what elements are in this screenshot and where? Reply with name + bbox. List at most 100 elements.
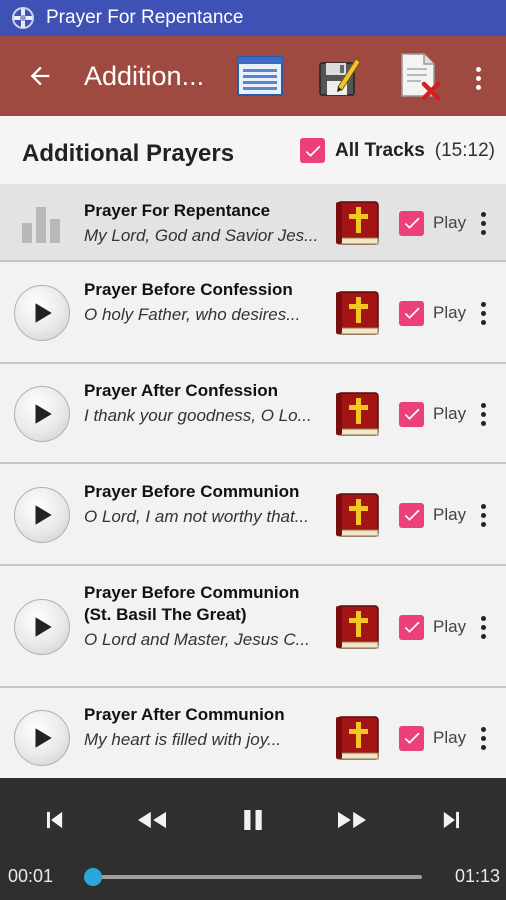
action-bar: Addition... xyxy=(0,36,506,116)
track-row[interactable]: Prayer Before Communion O Lord, I am not … xyxy=(0,464,506,566)
track-text: Prayer Before Confession O holy Father, w… xyxy=(84,279,324,326)
track-text: Prayer After Confession I thank your good… xyxy=(84,380,324,427)
track-text: Prayer Before Communion O Lord, I am not … xyxy=(84,481,324,528)
track-checkbox[interactable] xyxy=(399,614,424,640)
check-icon xyxy=(404,732,419,744)
track-play-toggle[interactable]: Play xyxy=(399,210,467,236)
track-title: Prayer Before Confession xyxy=(84,280,293,299)
check-icon xyxy=(305,145,320,157)
screen-title: Addition... xyxy=(84,60,205,91)
all-tracks-duration: (15:12) xyxy=(434,139,495,161)
play-track-button[interactable] xyxy=(14,710,70,766)
check-icon xyxy=(404,509,419,521)
track-row[interactable]: Prayer Before Communion (St. Basil The G… xyxy=(0,566,506,688)
track-play-label: Play xyxy=(433,303,467,322)
track-row[interactable]: Prayer For Repentance My Lord, God and Sa… xyxy=(0,184,506,262)
track-checkbox[interactable] xyxy=(399,300,424,326)
track-checkbox[interactable] xyxy=(399,725,424,751)
play-track-button[interactable] xyxy=(14,285,70,341)
track-play-toggle[interactable]: Play xyxy=(399,401,467,427)
track-play-toggle[interactable]: Play xyxy=(399,725,466,751)
skip-next-button[interactable] xyxy=(430,802,474,838)
track-text: Prayer For Repentance My Lord, God and Sa… xyxy=(84,200,324,247)
back-arrow-icon xyxy=(30,66,50,86)
media-player: 00:01 01:13 xyxy=(0,778,506,900)
track-more-button[interactable] xyxy=(474,206,492,240)
track-play-label: Play xyxy=(433,505,467,524)
play-track-button[interactable] xyxy=(14,487,70,543)
track-title: Prayer After Communion xyxy=(84,705,285,724)
track-title: Prayer After Confession xyxy=(84,381,278,400)
track-subtitle: O holy Father, who desires... xyxy=(84,305,301,324)
app-title: Prayer For Repentance xyxy=(46,7,244,28)
track-checkbox[interactable] xyxy=(399,502,424,528)
track-play-label: Play xyxy=(433,404,467,423)
fast-forward-button[interactable] xyxy=(330,802,374,838)
all-tracks-checkbox[interactable] xyxy=(300,138,325,163)
seek-thumb[interactable] xyxy=(83,868,102,886)
rewind-button[interactable] xyxy=(130,802,174,838)
pause-icon xyxy=(244,810,262,830)
delete-button[interactable] xyxy=(394,51,444,101)
pause-button[interactable] xyxy=(231,802,275,838)
track-text: Prayer After Communion My heart is filled… xyxy=(84,704,324,751)
track-row[interactable]: Prayer After Communion My heart is filled… xyxy=(0,688,506,778)
all-tracks-toggle[interactable]: All Tracks (15:12) xyxy=(300,138,495,163)
skip-previous-icon xyxy=(47,811,63,829)
check-icon xyxy=(404,307,419,319)
track-subtitle: My Lord, God and Savior Jes... xyxy=(84,226,319,245)
track-more-button[interactable] xyxy=(474,498,492,532)
track-play-toggle[interactable]: Play xyxy=(399,502,467,528)
play-track-button[interactable] xyxy=(14,599,70,655)
bible-book-icon[interactable] xyxy=(332,490,382,540)
save-edit-icon xyxy=(319,58,361,96)
back-button[interactable] xyxy=(16,52,64,100)
bible-book-icon[interactable] xyxy=(332,389,382,439)
app-cross-icon xyxy=(10,5,36,31)
track-more-button[interactable] xyxy=(474,610,492,644)
track-title: Prayer Before Communion xyxy=(84,482,300,501)
track-checkbox[interactable] xyxy=(399,210,424,236)
equalizer-icon xyxy=(14,195,70,251)
track-more-button[interactable] xyxy=(474,721,492,755)
seek-bar[interactable] xyxy=(83,868,422,886)
play-circle-icon xyxy=(14,285,70,341)
skip-previous-button[interactable] xyxy=(32,802,76,838)
track-play-label: Play xyxy=(433,213,467,232)
track-subtitle: I thank your goodness, O Lo... xyxy=(84,406,312,425)
track-play-toggle[interactable]: Play xyxy=(399,614,467,640)
list-header: Additional Prayers All Tracks (15:12) xyxy=(0,116,506,184)
track-list[interactable]: Prayer For Repentance My Lord, God and Sa… xyxy=(0,184,506,778)
track-row[interactable]: Prayer After Confession I thank your good… xyxy=(0,364,506,464)
check-icon xyxy=(404,217,419,229)
check-icon xyxy=(404,408,419,420)
track-row[interactable]: Prayer Before Confession O holy Father, w… xyxy=(0,262,506,364)
play-circle-icon xyxy=(14,487,70,543)
delete-document-icon xyxy=(401,53,441,100)
track-play-label: Play xyxy=(433,617,467,636)
play-track-button[interactable] xyxy=(14,386,70,442)
play-circle-icon xyxy=(14,710,70,766)
track-subtitle: O Lord and Master, Jesus C... xyxy=(84,630,310,649)
overflow-menu-button[interactable] xyxy=(468,58,488,98)
bible-book-icon[interactable] xyxy=(332,288,382,338)
bible-book-icon[interactable] xyxy=(332,602,382,652)
fast-forward-icon xyxy=(338,811,366,829)
track-more-button[interactable] xyxy=(474,397,492,431)
track-more-button[interactable] xyxy=(474,296,492,330)
check-icon xyxy=(404,621,419,633)
status-bar: Prayer For Repentance xyxy=(0,0,506,36)
track-title: Prayer For Repentance xyxy=(84,201,271,220)
elapsed-time: 00:01 xyxy=(8,866,54,886)
list-view-button[interactable] xyxy=(235,51,285,101)
skip-next-icon xyxy=(443,811,459,829)
track-text: Prayer Before Communion (St. Basil The G… xyxy=(84,582,324,651)
track-play-toggle[interactable]: Play xyxy=(399,300,467,326)
track-subtitle: O Lord, I am not worthy that... xyxy=(84,507,309,526)
save-edit-button[interactable] xyxy=(314,51,364,101)
bible-book-icon[interactable] xyxy=(332,713,382,763)
rewind-icon xyxy=(138,811,166,829)
track-title: Prayer Before Communion (St. Basil The G… xyxy=(84,583,300,624)
track-checkbox[interactable] xyxy=(399,401,424,427)
bible-book-icon[interactable] xyxy=(332,198,382,248)
